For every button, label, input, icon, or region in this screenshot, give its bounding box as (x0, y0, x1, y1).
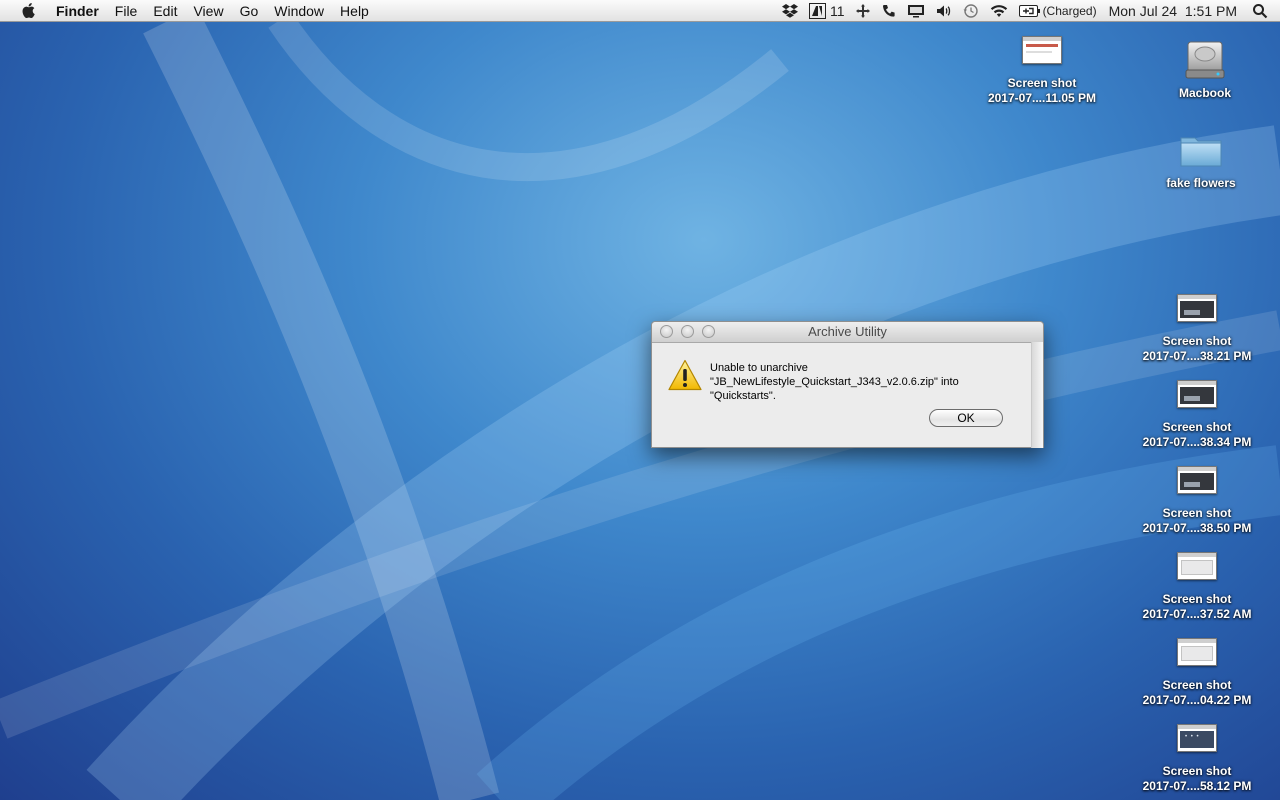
dialog-message: Unable to unarchive "JB_NewLifestyle_Qui… (710, 361, 959, 403)
battery-label: (Charged) (1042, 4, 1097, 18)
icon-label: Screen shot (1162, 506, 1232, 520)
icon-label-date: 2017-07....58.12 PM (1142, 779, 1252, 793)
message-line: Unable to unarchive (710, 362, 808, 374)
message-line: "JB_NewLifestyle_Quickstart_J343_v2.0.6.… (710, 376, 959, 388)
icon-label: fake flowers (1166, 176, 1236, 190)
wifi-icon[interactable] (989, 0, 1009, 22)
icon-label-date: 2017-07....04.22 PM (1142, 693, 1252, 707)
display-mirroring-icon[interactable] (907, 0, 925, 22)
icon-label: Macbook (1178, 86, 1231, 100)
menu-help[interactable]: Help (332, 0, 377, 22)
icon-label-date: 2017-07....37.52 AM (1142, 607, 1252, 621)
icon-label-date: 2017-07....38.21 PM (1142, 349, 1252, 363)
desktop-icon-screenshot[interactable]: Screen shot 2017-07....04.22 PM (1122, 638, 1272, 708)
menu-file[interactable]: File (107, 0, 146, 22)
menu-bar: Finder File Edit View Go Window Help 11 (0, 0, 1280, 22)
wallpaper-swooshes (0, 6, 1280, 800)
screenshot-thumbnail-icon (1177, 294, 1217, 322)
desktop-icon-screenshot[interactable]: Screen shot 2017-07....38.34 PM (1122, 380, 1272, 450)
desktop-icon-fake-flowers[interactable]: fake flowers (1126, 130, 1276, 191)
desktop-icon-screenshot[interactable]: Screen shot 2017-07....58.12 PM (1122, 724, 1272, 794)
desktop-icon-screenshot[interactable]: Screen shot 2017-07....37.52 AM (1122, 552, 1272, 622)
dialog-titlebar[interactable]: Archive Utility (652, 322, 1043, 343)
adobe-update-count: 11 (830, 3, 845, 19)
apple-menu-icon[interactable] (20, 2, 36, 19)
menu-go[interactable]: Go (232, 0, 267, 22)
menu-app-finder[interactable]: Finder (48, 0, 107, 22)
screenshot-thumbnail-icon (1177, 552, 1217, 580)
desktop-icon-screenshot[interactable]: Screen shot 2017-07....38.50 PM (1122, 466, 1272, 536)
icon-label: Screen shot (1162, 334, 1232, 348)
dropbox-icon[interactable] (781, 0, 799, 22)
dialog-title: Archive Utility (808, 324, 887, 339)
adobe-updates-menu[interactable]: 11 (809, 0, 845, 22)
desktop: Finder File Edit View Go Window Help 11 (0, 0, 1280, 800)
warning-icon (668, 359, 702, 391)
desktop-icon-screenshot[interactable]: Screen shot 2017-07....38.21 PM (1122, 294, 1272, 364)
icon-label-date: 2017-07....38.34 PM (1142, 435, 1252, 449)
battery-icon (1018, 5, 1040, 17)
ok-button[interactable]: OK (929, 409, 1003, 427)
phone-icon[interactable] (881, 0, 897, 22)
screenshot-thumbnail-icon (1177, 380, 1217, 408)
icon-label: Screen shot (1162, 678, 1232, 692)
icon-label: Screen shot (1162, 420, 1232, 434)
hard-drive-icon (1185, 41, 1225, 79)
spotlight-search-icon[interactable] (1252, 0, 1268, 22)
archive-utility-dialog: Archive Utility Unable to unarchive "JB_… (651, 321, 1044, 448)
menu-clock[interactable]: Mon Jul 24 1:51 PM (1109, 0, 1237, 22)
screenshot-thumbnail-icon (1022, 36, 1062, 64)
menu-view[interactable]: View (185, 0, 231, 22)
move-arrows-icon[interactable] (855, 0, 871, 22)
desktop-icon-screenshot[interactable]: Screen shot 2017-07....11.05 PM (967, 36, 1117, 106)
dialog-side-edge (1031, 342, 1043, 448)
icon-label: Screen shot (1162, 592, 1232, 606)
battery-status[interactable]: (Charged) (1018, 0, 1097, 22)
adobe-icon (809, 3, 827, 19)
message-line: "Quickstarts". (710, 390, 776, 402)
desktop-icon-macbook[interactable]: Macbook (1130, 38, 1280, 101)
time-machine-icon[interactable] (962, 0, 979, 22)
icon-label: Screen shot (1007, 76, 1077, 90)
screenshot-thumbnail-icon (1177, 724, 1217, 752)
volume-icon[interactable] (935, 0, 952, 22)
screenshot-thumbnail-icon (1177, 638, 1217, 666)
folder-icon (1180, 137, 1222, 167)
menu-window[interactable]: Window (266, 0, 332, 22)
menu-edit[interactable]: Edit (145, 0, 185, 22)
icon-label-date: 2017-07....38.50 PM (1142, 521, 1252, 535)
icon-label: Screen shot (1162, 764, 1232, 778)
screenshot-thumbnail-icon (1177, 466, 1217, 494)
icon-label-date: 2017-07....11.05 PM (987, 91, 1097, 105)
